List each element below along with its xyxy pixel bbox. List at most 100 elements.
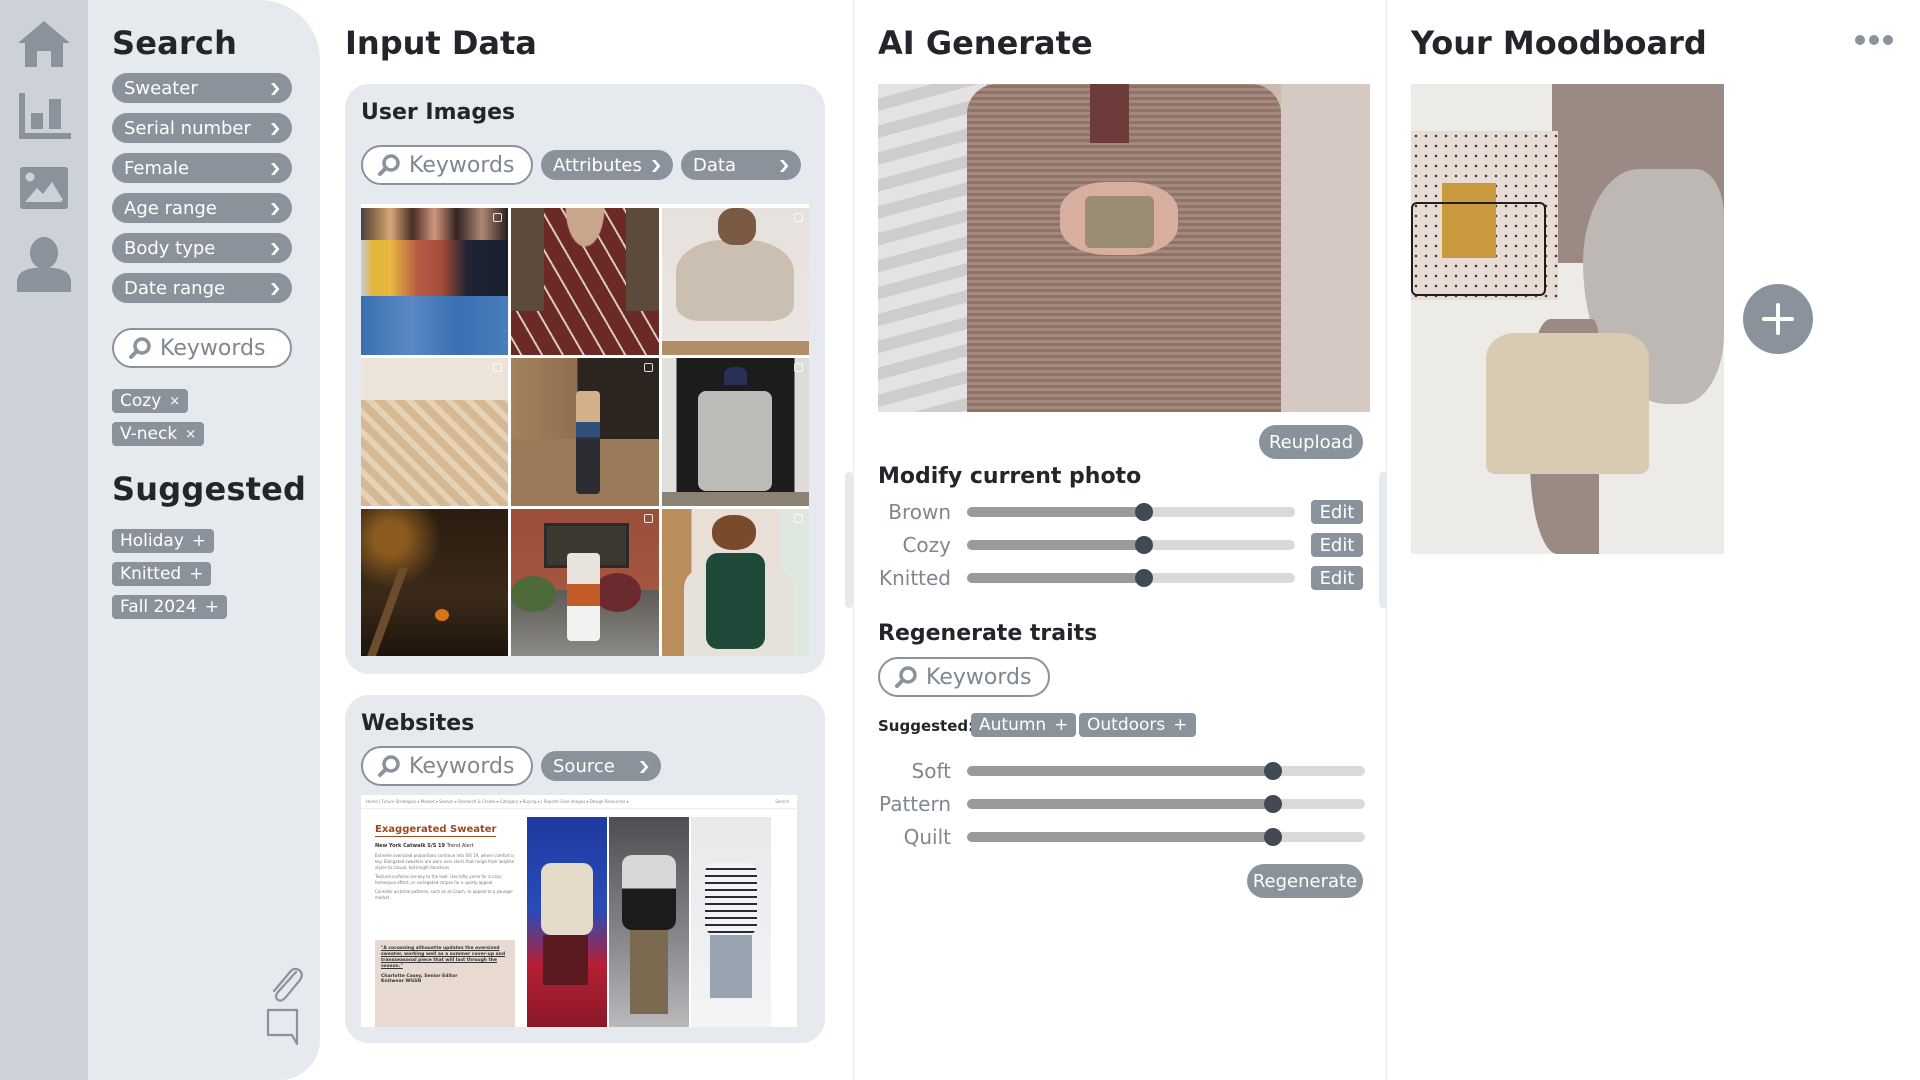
chevron-down-icon: ❯ xyxy=(268,81,282,95)
slider-thumb[interactable] xyxy=(1135,569,1154,587)
reupload-button[interactable]: Reupload xyxy=(1259,425,1363,459)
edit-cozy-button[interactable]: Edit xyxy=(1311,533,1363,557)
user-image-8[interactable] xyxy=(511,508,659,656)
regenerate-title: Regenerate traits xyxy=(878,621,1098,646)
runway-image-2 xyxy=(609,817,689,1027)
suggested-tag-holiday[interactable]: Holiday + xyxy=(112,529,215,553)
suggested-tag-knitted[interactable]: Knitted + xyxy=(112,562,212,586)
filter-date-range[interactable]: Date range ❯ xyxy=(112,273,292,303)
edit-brown-button[interactable]: Edit xyxy=(1311,500,1363,524)
multi-image-icon xyxy=(643,513,653,523)
user-images-keywords-input[interactable]: Keywords xyxy=(361,145,533,185)
user-image-7[interactable] xyxy=(361,508,509,656)
chevron-down-icon: ❯ xyxy=(268,241,282,255)
ai-generate-title: AI Generate xyxy=(878,24,1093,62)
attributes-dropdown[interactable]: Attributes ❯ xyxy=(541,150,673,180)
slider-brown[interactable] xyxy=(967,503,1295,521)
user-image-4[interactable] xyxy=(361,358,509,506)
article-quote: "A cocooning silhouette updates the over… xyxy=(375,940,515,1027)
nav-home-button[interactable] xyxy=(16,16,72,72)
slider-fill xyxy=(967,573,1145,583)
resize-handle-right[interactable] xyxy=(1379,472,1387,608)
chevron-down-icon: ❯ xyxy=(268,121,282,135)
add-to-moodboard-button[interactable] xyxy=(1743,284,1813,354)
slider-thumb[interactable] xyxy=(1135,503,1154,521)
multi-image-icon xyxy=(793,213,803,222)
nav-rail xyxy=(0,0,88,1080)
add-icon: + xyxy=(1173,715,1188,735)
user-image-5[interactable] xyxy=(511,358,659,506)
data-dropdown[interactable]: Data ❯ xyxy=(681,150,801,180)
slider-fill xyxy=(967,766,1274,776)
slider-pattern[interactable] xyxy=(967,795,1365,813)
ai-generated-photo[interactable] xyxy=(878,84,1370,412)
multi-image-icon xyxy=(643,363,653,373)
nav-images-button[interactable] xyxy=(16,160,72,216)
filter-age-range[interactable]: Age range ❯ xyxy=(112,193,292,223)
websites-keywords-input[interactable]: Keywords xyxy=(361,746,533,786)
resize-handle-left[interactable] xyxy=(845,472,853,608)
suggested-tag-fall-2024[interactable]: Fall 2024 + xyxy=(112,595,227,619)
active-tag-v-neck[interactable]: V-neck × xyxy=(112,422,205,446)
slider-label: Quilt xyxy=(903,825,951,849)
slider-soft[interactable] xyxy=(967,762,1365,780)
moodboard-item-1[interactable] xyxy=(1411,84,1724,554)
slider-knitted[interactable] xyxy=(967,569,1295,587)
chevron-down-icon: ❯ xyxy=(268,161,282,175)
slider-quilt[interactable] xyxy=(967,828,1365,846)
user-image-6[interactable] xyxy=(661,358,809,506)
comment-button[interactable] xyxy=(266,1008,300,1050)
filter-gender[interactable]: Female ❯ xyxy=(112,153,292,183)
website-preview[interactable]: Home | Future Strategies ▾ Market ▾ Seas… xyxy=(361,795,797,1027)
search-icon xyxy=(378,154,400,176)
chevron-down-icon: ❯ xyxy=(637,759,651,773)
regenerate-keywords-input[interactable]: Keywords xyxy=(878,657,1050,697)
active-tag-cozy[interactable]: Cozy × xyxy=(112,389,189,413)
bar-chart-icon xyxy=(19,93,71,139)
regenerate-button[interactable]: Regenerate xyxy=(1247,864,1363,898)
attach-button[interactable] xyxy=(264,964,304,1008)
slider-label: Knitted xyxy=(878,566,951,590)
slider-cozy[interactable] xyxy=(967,536,1295,554)
filter-body-type[interactable]: Body type ❯ xyxy=(112,233,292,263)
suggested-tag-autumn[interactable]: Autumn + xyxy=(971,713,1077,737)
user-image-9[interactable] xyxy=(661,508,809,656)
image-icon xyxy=(20,167,68,209)
more-horizontal-icon xyxy=(1855,35,1865,45)
search-keywords-input[interactable]: Keywords xyxy=(112,328,292,368)
suggested-tag-outdoors[interactable]: Outdoors + xyxy=(1079,713,1196,737)
user-image-2[interactable] xyxy=(511,208,659,356)
slider-fill xyxy=(967,832,1274,842)
slider-thumb[interactable] xyxy=(1264,795,1283,813)
nav-profile-button[interactable] xyxy=(16,236,72,292)
nav-analytics-button[interactable] xyxy=(16,88,72,144)
edit-knitted-button[interactable]: Edit xyxy=(1311,566,1363,590)
website-nav-bar: Home | Future Strategies ▾ Market ▾ Seas… xyxy=(361,795,797,809)
user-image-1[interactable] xyxy=(361,208,509,356)
add-icon: + xyxy=(191,531,207,551)
filter-serial-number[interactable]: Serial number ❯ xyxy=(112,113,292,143)
slider-thumb[interactable] xyxy=(1264,828,1283,846)
websites-card: Websites Keywords Source ❯ Home | Future … xyxy=(345,695,825,1043)
add-icon: + xyxy=(189,564,204,584)
filter-sweater[interactable]: Sweater ❯ xyxy=(112,73,292,103)
user-images-title: User Images xyxy=(361,100,516,125)
slider-label: Soft xyxy=(911,759,951,783)
user-icon xyxy=(17,237,71,292)
remove-icon[interactable]: × xyxy=(169,394,180,409)
slider-fill xyxy=(967,799,1274,809)
slider-thumb[interactable] xyxy=(1264,762,1283,780)
slider-thumb[interactable] xyxy=(1135,536,1154,554)
more-options-button[interactable] xyxy=(1855,35,1893,45)
chevron-down-icon: ❯ xyxy=(777,158,791,172)
runway-image-3 xyxy=(691,817,771,1027)
remove-icon[interactable]: × xyxy=(185,427,196,442)
suggested-label: Suggested: xyxy=(878,717,975,735)
user-image-3[interactable] xyxy=(661,208,809,356)
multi-image-icon xyxy=(493,213,503,222)
paperclip-icon xyxy=(272,967,303,1002)
article-headline: Exaggerated Sweater xyxy=(375,824,497,837)
source-dropdown[interactable]: Source ❯ xyxy=(541,751,661,781)
slider-label: Cozy xyxy=(902,533,951,557)
add-icon: + xyxy=(204,597,219,617)
